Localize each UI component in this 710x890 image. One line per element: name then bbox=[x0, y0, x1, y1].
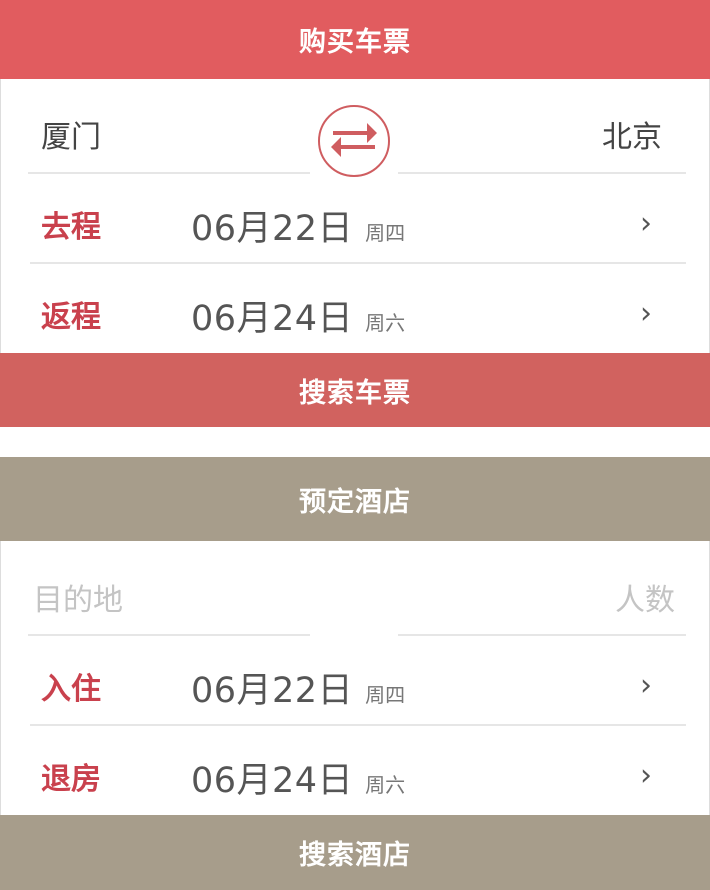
to-city-divider bbox=[398, 172, 686, 174]
checkout-label: 退房 bbox=[41, 762, 101, 797]
depart-date: 06月22日 bbox=[191, 209, 354, 249]
from-city-divider bbox=[28, 172, 310, 174]
hotel-section-header: 预定酒店 bbox=[0, 457, 710, 541]
search-hotels-label: 搜索酒店 bbox=[299, 840, 411, 871]
destination-input[interactable]: 目的地 bbox=[33, 575, 123, 619]
to-city[interactable]: 北京 bbox=[602, 112, 662, 156]
chevron-right-icon[interactable]: › bbox=[640, 296, 652, 331]
chevron-right-icon[interactable]: › bbox=[640, 668, 652, 703]
return-date-field[interactable]: 06月24日 周六 bbox=[191, 290, 405, 341]
depart-label: 去程 bbox=[41, 210, 101, 245]
ticket-section-header: 购买车票 bbox=[0, 0, 710, 79]
checkin-date: 06月22日 bbox=[191, 671, 354, 711]
guests-divider bbox=[398, 634, 686, 636]
return-date: 06月24日 bbox=[191, 299, 354, 339]
checkin-date-field[interactable]: 06月22日 周四 bbox=[191, 662, 405, 713]
depart-date-field[interactable]: 06月22日 周四 bbox=[191, 200, 405, 251]
checkout-date: 06月24日 bbox=[191, 761, 354, 801]
return-label: 返程 bbox=[41, 300, 101, 335]
hotel-header-title: 预定酒店 bbox=[299, 486, 411, 518]
return-weekday: 周六 bbox=[365, 311, 406, 335]
swap-arrows-icon bbox=[329, 121, 379, 161]
depart-weekday: 周四 bbox=[365, 221, 406, 245]
row-divider bbox=[30, 724, 686, 726]
checkout-date-field[interactable]: 06月24日 周六 bbox=[191, 752, 405, 803]
swap-cities-button[interactable] bbox=[318, 105, 390, 177]
destination-divider bbox=[28, 634, 310, 636]
chevron-right-icon[interactable]: › bbox=[640, 758, 652, 793]
chevron-right-icon[interactable]: › bbox=[640, 206, 652, 241]
row-divider bbox=[30, 262, 686, 264]
guests-input[interactable]: 人数 bbox=[615, 575, 675, 619]
checkin-label: 入住 bbox=[41, 672, 101, 707]
from-city[interactable]: 厦门 bbox=[41, 112, 101, 156]
search-tickets-button[interactable]: 搜索车票 bbox=[0, 353, 710, 427]
checkout-weekday: 周六 bbox=[365, 773, 406, 797]
ticket-header-title: 购买车票 bbox=[299, 27, 411, 58]
search-hotels-button[interactable]: 搜索酒店 bbox=[0, 815, 710, 890]
checkin-weekday: 周四 bbox=[365, 683, 406, 707]
search-tickets-label: 搜索车票 bbox=[299, 377, 411, 409]
